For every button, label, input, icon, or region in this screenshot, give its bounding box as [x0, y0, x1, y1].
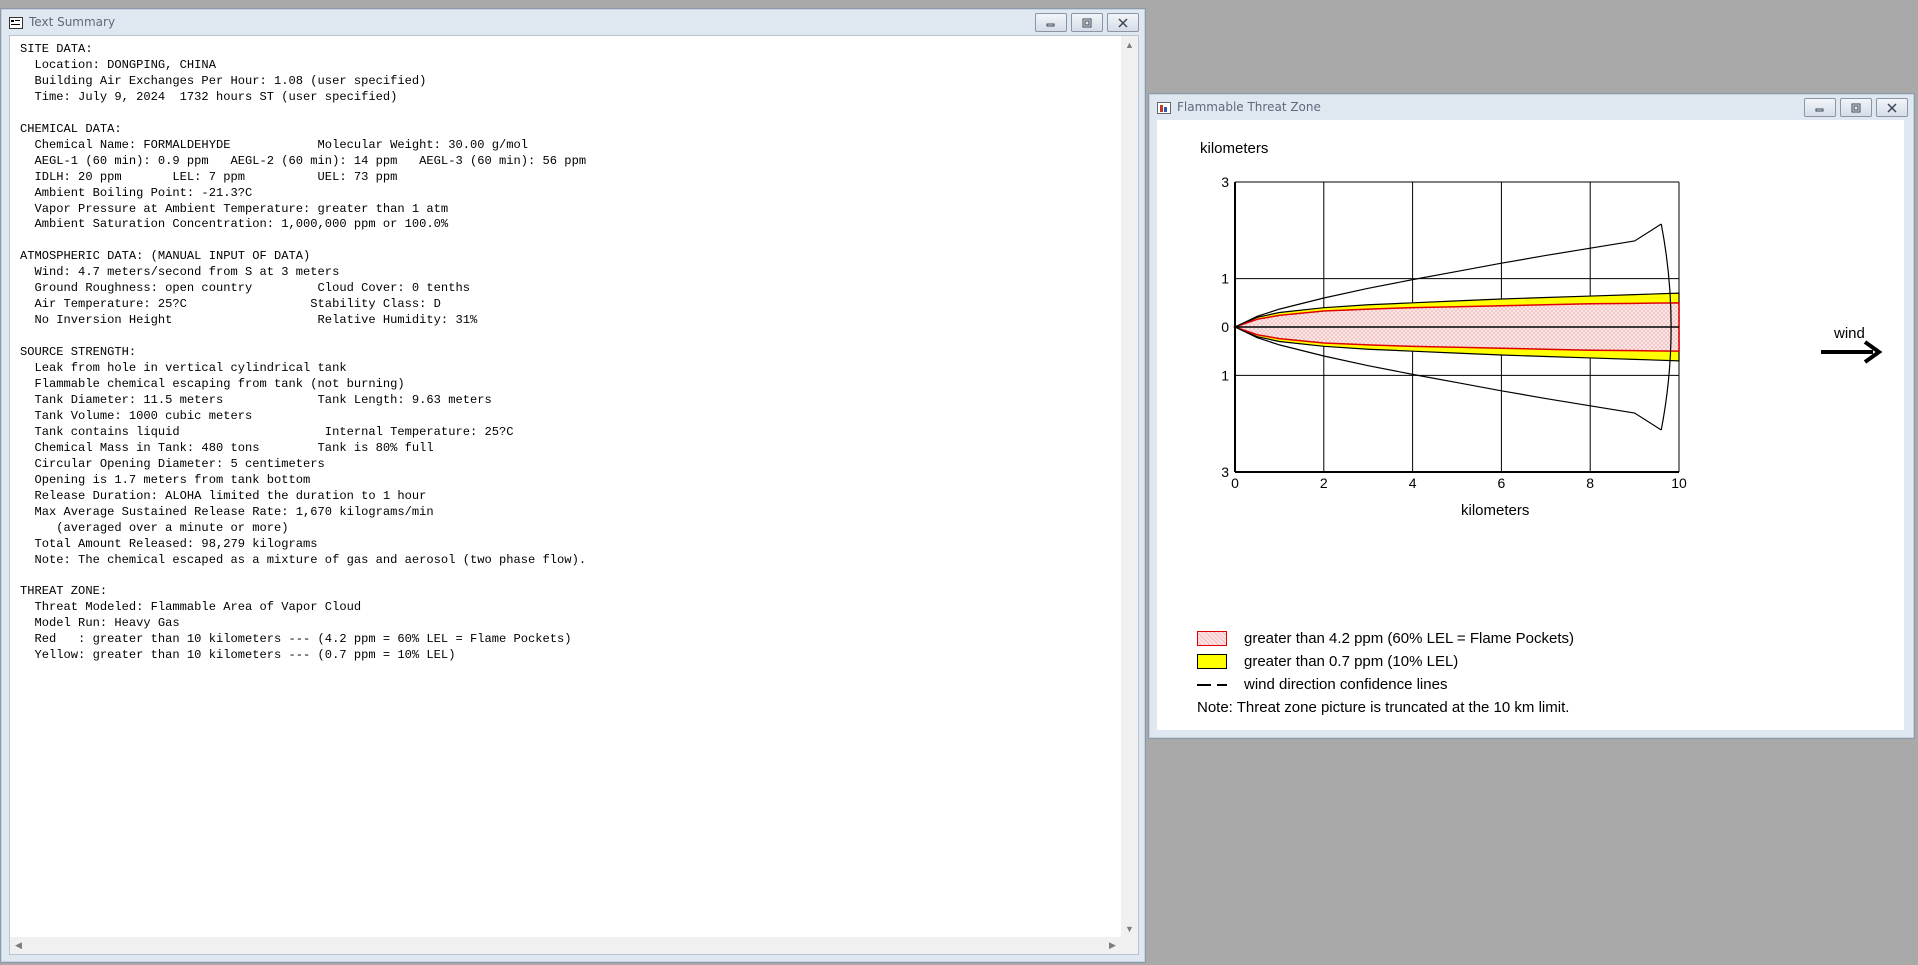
horizontal-scrollbar[interactable]: ◀ ▶ [10, 937, 1121, 954]
maximize-button[interactable] [1840, 98, 1872, 117]
x-tick-label: 8 [1586, 475, 1594, 491]
chart-window-icon [1157, 101, 1171, 114]
legend-item-yellow: greater than 0.7 ppm (10% LEL) [1197, 653, 1458, 670]
minimize-icon [1036, 14, 1066, 31]
x-tick-label: 4 [1409, 475, 1417, 491]
y-tick-label: 1 [1221, 367, 1229, 383]
scroll-down-icon[interactable]: ▼ [1121, 920, 1138, 937]
y-tick-label: 1 [1221, 271, 1229, 287]
minimize-button[interactable] [1035, 13, 1067, 32]
x-axis-label: kilometers [1461, 502, 1529, 519]
window-title: Flammable Threat Zone [1177, 100, 1321, 114]
y-tick-label: 3 [1221, 174, 1229, 190]
truncation-note: Note: Threat zone picture is truncated a… [1197, 699, 1570, 716]
y-axis-label: kilometers [1200, 140, 1268, 157]
close-icon [1108, 14, 1138, 31]
size-grip[interactable] [1121, 937, 1138, 954]
legend-item-confidence: wind direction confidence lines [1197, 676, 1447, 693]
minimize-button[interactable] [1804, 98, 1836, 117]
close-button[interactable] [1876, 98, 1908, 117]
legend-label: wind direction confidence lines [1244, 676, 1448, 693]
vertical-scrollbar[interactable]: ▲ ▼ [1121, 36, 1138, 937]
title-bar[interactable]: Text Summary [1, 9, 1145, 35]
text-window-icon [9, 16, 23, 29]
scroll-right-icon[interactable]: ▶ [1104, 937, 1121, 954]
scroll-left-icon[interactable]: ◀ [10, 937, 27, 954]
wind-label: wind [1833, 325, 1865, 342]
legend-label: greater than 0.7 ppm (10% LEL) [1244, 653, 1459, 670]
x-tick-label: 2 [1320, 475, 1328, 491]
title-bar[interactable]: Flammable Threat Zone [1149, 94, 1914, 120]
threat-zone-window: Flammable Threat Zone kilometers 0 2 4 6… [1148, 93, 1915, 739]
legend-swatch-yellow [1197, 654, 1227, 669]
summary-text: SITE DATA: Location: DONGPING, CHINA Bui… [20, 42, 587, 663]
close-icon [1877, 99, 1907, 116]
restore-icon [1072, 14, 1102, 31]
scroll-up-icon[interactable]: ▲ [1121, 36, 1138, 53]
x-tick-label: 10 [1671, 475, 1687, 491]
text-summary-window: Text Summary SITE DATA: Location: DONGPI… [0, 8, 1146, 963]
legend-swatch-red [1197, 631, 1227, 646]
threat-zone-plot-area: kilometers 0 2 4 6 8 10 3 1 0 1 3 kilometers wind … [1157, 120, 1904, 730]
close-button[interactable] [1107, 13, 1139, 32]
maximize-button[interactable] [1071, 13, 1103, 32]
y-tick-label: 0 [1221, 319, 1229, 335]
legend-item-red: greater than 4.2 ppm (60% LEL = Flame Po… [1197, 630, 1574, 647]
window-title: Text Summary [29, 15, 116, 29]
legend-label: greater than 4.2 ppm (60% LEL = Flame Po… [1244, 630, 1575, 647]
x-tick-label: 6 [1498, 475, 1506, 491]
restore-icon [1841, 99, 1871, 116]
legend-swatch-dashes [1197, 684, 1227, 686]
minimize-icon [1805, 99, 1835, 116]
wind-arrow-icon [1821, 340, 1883, 364]
y-tick-label: 3 [1221, 464, 1229, 480]
text-summary-content[interactable]: SITE DATA: Location: DONGPING, CHINA Bui… [9, 35, 1139, 955]
x-tick-label: 0 [1231, 475, 1239, 491]
